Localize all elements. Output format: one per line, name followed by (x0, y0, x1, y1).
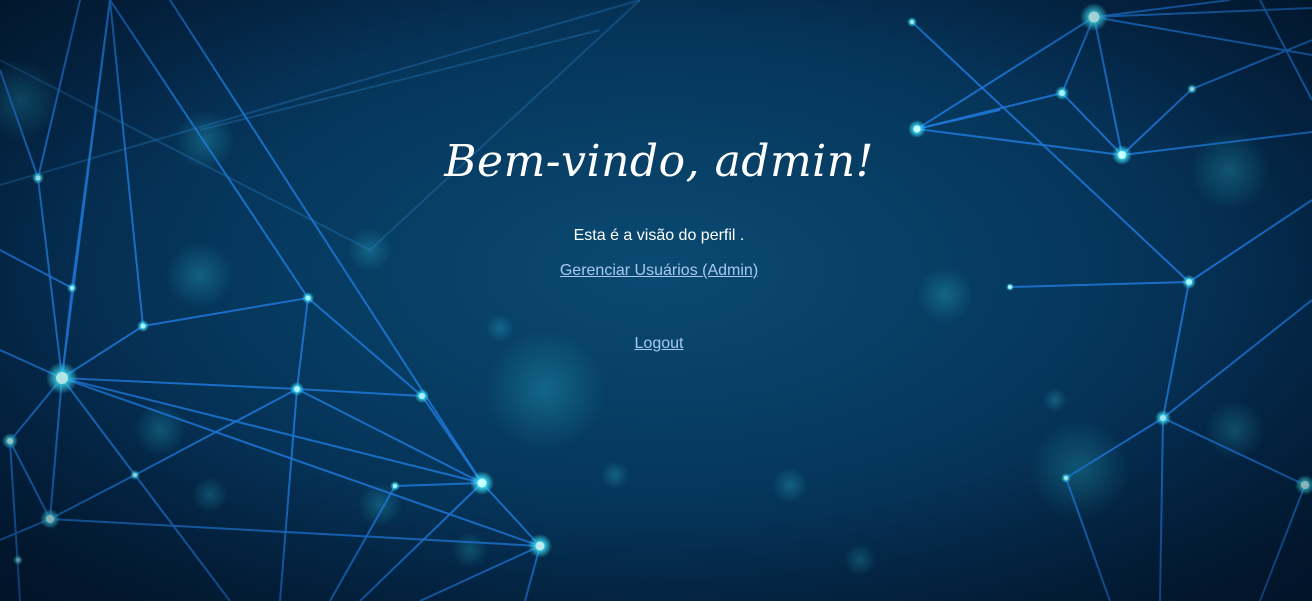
logout-link-container: Logout (0, 335, 1312, 353)
logout-link[interactable]: Logout (635, 335, 684, 352)
manage-users-link[interactable]: Gerenciar Usuários (Admin) (560, 262, 758, 279)
page-title: Bem-vindo, admin! (444, 136, 874, 187)
profile-main: Bem-vindo, admin! Esta é a visão do perf… (0, 0, 1312, 601)
profile-subtitle: Esta é a visão do perfil . (573, 227, 745, 244)
admin-link-container: Gerenciar Usuários (Admin) (0, 262, 1312, 280)
